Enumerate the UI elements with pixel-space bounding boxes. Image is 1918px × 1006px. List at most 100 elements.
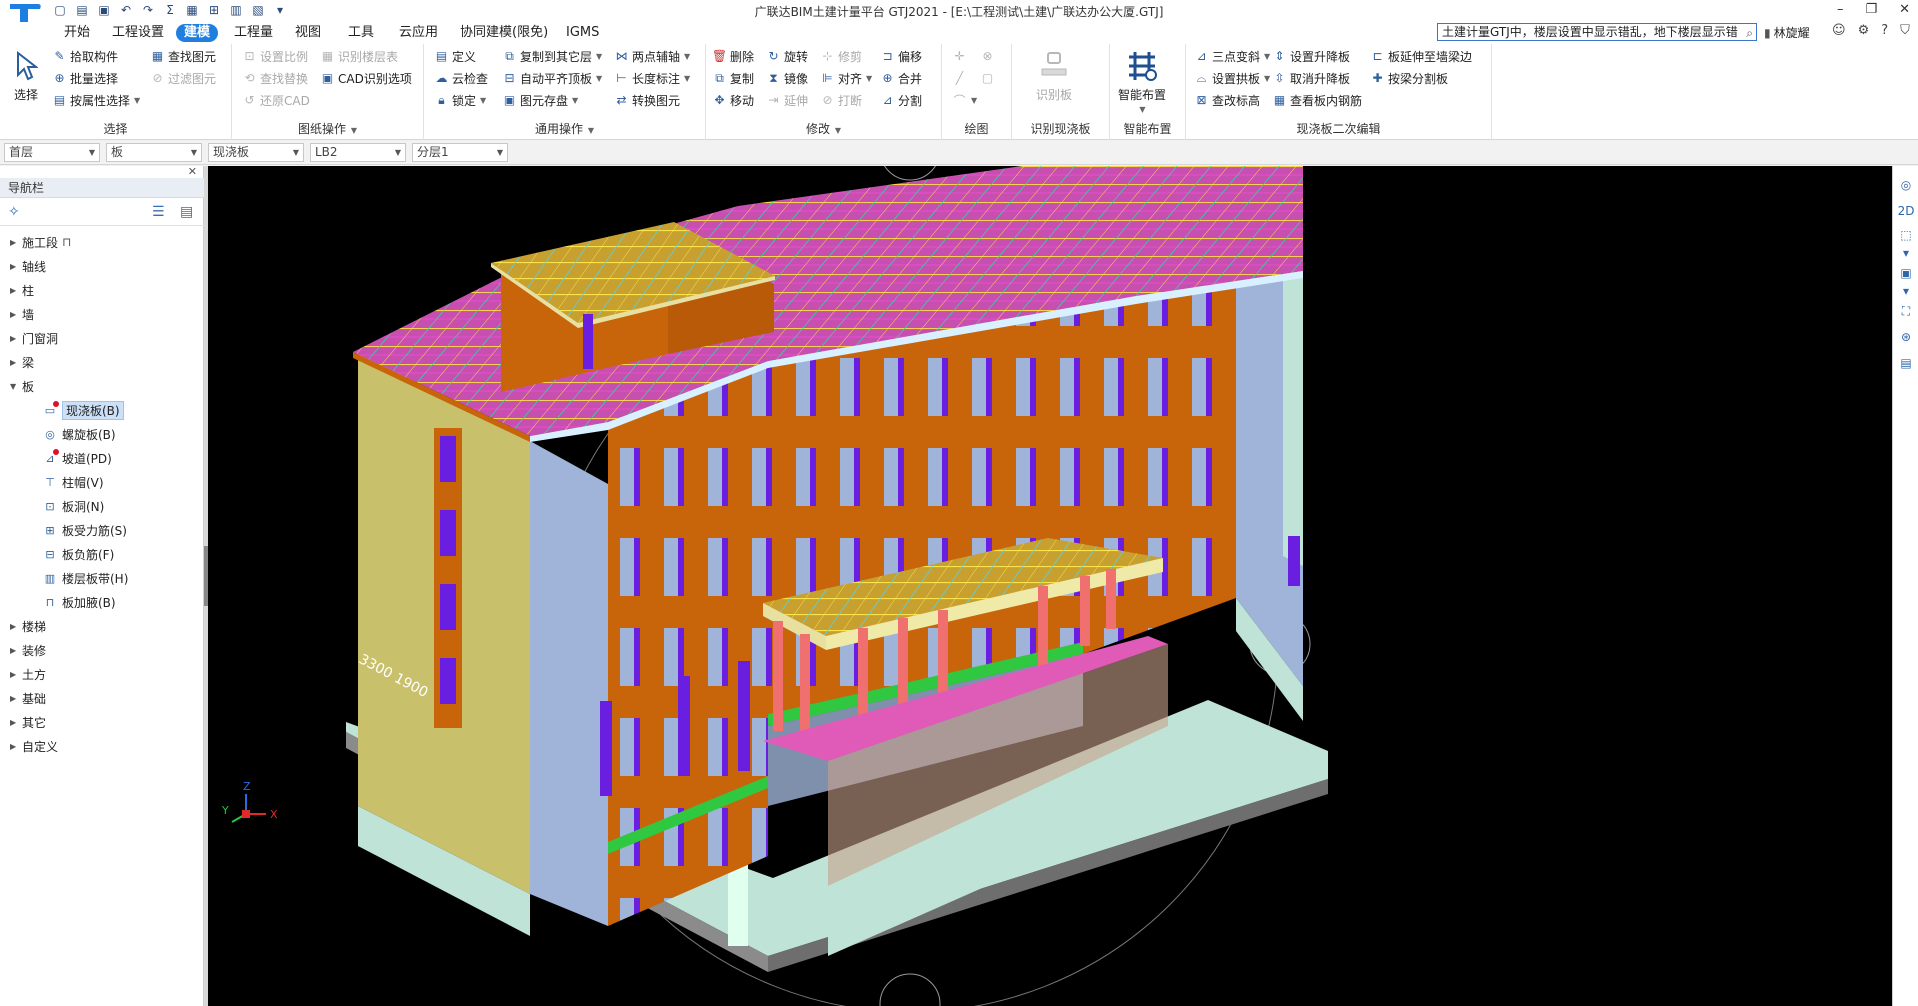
set-raise-lower-button[interactable]: ⇕ 设置升降板 [1272, 46, 1350, 66]
minimize-icon[interactable]: – [1837, 2, 1844, 17]
extend-to-beam-button[interactable]: ⊏ 板延伸至墙梁边 [1370, 46, 1472, 66]
tab-view[interactable]: 视图 [287, 24, 329, 42]
nav-item-slab-rebar[interactable]: ⊞ 板受力筋(S) [0, 518, 204, 542]
mirror-button[interactable]: ⧗ 镜像 [766, 68, 808, 88]
set-scale-button[interactable]: ⊡ 设置比例 [242, 46, 308, 66]
filter-element-button[interactable]: ⊘ 过滤图元 [150, 68, 216, 88]
rotate-button[interactable]: ↻ 旋转 [766, 46, 808, 66]
split-button[interactable]: ⊿ 分割 [880, 90, 922, 110]
move-button[interactable]: ✥ 移动 [712, 90, 754, 110]
break-button[interactable]: ⊘ 打断 [820, 90, 862, 110]
caret-right-icon[interactable]: ▶ [10, 310, 22, 319]
find-replace-button[interactable]: ⟲ 查找替换 [242, 68, 308, 88]
nav-node[interactable]: ▶ 梁 [0, 350, 204, 374]
batch-select-button[interactable]: ⊕ 批量选择 [52, 68, 118, 88]
length-dimension-button[interactable]: ⊢ 长度标注 ▼ [614, 68, 690, 88]
building-model[interactable]: 3300 1900 Z X Y [208, 166, 1892, 1006]
user-info[interactable]: ▮ 林旋耀 [1764, 24, 1810, 41]
two-point-axis-button[interactable]: ⋈ 两点辅轴 ▼ [614, 46, 691, 66]
tab-igms[interactable]: IGMS [558, 24, 607, 42]
settings-icon[interactable]: ⚙ [1858, 23, 1870, 38]
nav-node[interactable]: ▶ 基础 [0, 686, 204, 710]
cad-options-button[interactable]: ▣ CAD识别选项 [320, 68, 412, 88]
nav-node[interactable]: ▼ 板 [0, 374, 204, 398]
search-icon[interactable]: ⌕ [1746, 25, 1753, 40]
draw-rotate-point-button[interactable]: ⊗ [980, 46, 995, 66]
save-element-button[interactable]: ▣ 图元存盘 ▼ [502, 90, 578, 110]
smart-layout-button[interactable]: 智能布置 ▼ [1118, 48, 1166, 114]
lock-button[interactable]: 🔒︎ 锁定 ▼ [434, 90, 486, 110]
tab-start[interactable]: 开始 [56, 24, 98, 42]
shirt-icon[interactable]: ⛉ [1900, 23, 1910, 38]
tab-modeling[interactable]: 建模 [176, 24, 219, 42]
convert-element-button[interactable]: ⇄ 转换图元 [614, 90, 680, 110]
nav-node[interactable]: ▶ 门窗洞 [0, 326, 204, 350]
find-element-button[interactable]: ▦ 查找图元 [150, 46, 216, 66]
caret-right-icon[interactable]: ▶ [10, 334, 22, 343]
split-by-beam-button[interactable]: ✚ 按梁分割板 [1370, 68, 1448, 88]
caret-right-icon[interactable]: ▶ [10, 646, 22, 655]
orbit-icon[interactable]: ◎ [1896, 174, 1916, 196]
tab-project-settings[interactable]: 工程设置 [104, 24, 172, 42]
detail-view-icon[interactable]: ▤ [180, 204, 193, 220]
copy-to-other-floor-button[interactable]: ⧉ 复制到其它层 ▼ [502, 46, 602, 66]
smile-icon[interactable]: ☺ [1832, 23, 1846, 38]
3d-viewport[interactable]: 3300 1900 Z X Y [208, 166, 1892, 1006]
component-select[interactable]: LB2 ▼ [310, 143, 406, 162]
pick-component-button[interactable]: ✎ 拾取构件 [52, 46, 118, 66]
recognize-slab-button[interactable]: 识别板 [1036, 48, 1072, 103]
caret-right-icon[interactable]: ▶ [10, 670, 22, 679]
tab-tools[interactable]: 工具 [340, 24, 382, 42]
nav-item-column-cap[interactable]: ⊤ 柱帽(V) [0, 470, 204, 494]
recognize-floor-table-button[interactable]: ▦ 识别楼层表 [320, 46, 398, 66]
nav-node[interactable]: ▶ 其它 [0, 710, 204, 734]
help-icon[interactable]: ? [1881, 23, 1888, 38]
pin-icon[interactable]: ✧ [8, 204, 20, 220]
nav-node[interactable]: ▶ 自定义 [0, 734, 204, 758]
delete-button[interactable]: 🗑︎ 删除 [712, 46, 754, 66]
check-elevation-button[interactable]: ⊠ 查改标高 [1194, 90, 1260, 110]
offset-button[interactable]: ⊐ 偏移 [880, 46, 922, 66]
nav-item-slab-hole[interactable]: ⊡ 板洞(N) [0, 494, 204, 518]
auto-align-top-button[interactable]: ⊟ 自动平齐顶板 ▼ [502, 68, 602, 88]
nav-node[interactable]: ▶ 柱 [0, 278, 204, 302]
nav-item-floor-strip[interactable]: ▥ 楼层板带(H) [0, 566, 204, 590]
nav-node[interactable]: ▶ 楼梯 [0, 614, 204, 638]
nav-node[interactable]: ▶ 土方 [0, 662, 204, 686]
nav-node[interactable]: ▶ 施工段 ⊓ [0, 230, 204, 254]
2d-view-icon[interactable]: 2D [1896, 200, 1916, 222]
define-button[interactable]: ▤ 定义 [434, 46, 476, 66]
display-settings-icon[interactable]: ⊛ [1896, 326, 1916, 348]
property-panel-icon[interactable]: ▤ [1896, 352, 1916, 374]
restore-cad-button[interactable]: ↺ 还原CAD [242, 90, 309, 110]
close-icon[interactable]: ✕ [188, 165, 197, 178]
nav-item-cast-slab[interactable]: ▭ 现浇板(B) [0, 398, 204, 422]
tab-cloud[interactable]: 云应用 [391, 24, 446, 42]
draw-arc-button[interactable]: ⌒ ▼ [952, 90, 977, 110]
three-point-slope-button[interactable]: ⊿ 三点变斜 ▼ [1194, 46, 1270, 66]
list-view-icon[interactable]: ☰ [152, 204, 165, 220]
caret-right-icon[interactable]: ▶ [10, 358, 22, 367]
caret-right-icon[interactable]: ▶ [10, 286, 22, 295]
align-button[interactable]: ⊫ 对齐 ▼ [820, 68, 872, 88]
select-by-attr-button[interactable]: ▤ 按属性选择 ▼ [52, 90, 140, 110]
category-select[interactable]: 板 ▼ [106, 143, 202, 162]
chevron-down-icon[interactable]: ▾ [1896, 280, 1916, 302]
draw-rect-button[interactable]: ▢ [980, 68, 995, 88]
sublayer-select[interactable]: 分层1 ▼ [412, 143, 508, 162]
nav-item-slab-haunch[interactable]: ⊓ 板加腋(B) [0, 590, 204, 614]
type-select[interactable]: 现浇板 ▼ [208, 143, 304, 162]
search-input[interactable]: 土建计量GTJ中，楼层设置中显示错乱，地下楼层显示错 ⌕ [1437, 23, 1757, 41]
tab-quantity[interactable]: 工程量 [226, 24, 281, 42]
nav-item-ramp[interactable]: ⊿ 坡道(PD) [0, 446, 204, 470]
caret-right-icon[interactable]: ▶ [10, 742, 22, 751]
nav-node[interactable]: ▶ 装修 [0, 638, 204, 662]
trim-button[interactable]: ⊹ 修剪 [820, 46, 862, 66]
caret-right-icon[interactable]: ▶ [10, 694, 22, 703]
caret-right-icon[interactable]: ▶ [10, 238, 22, 247]
caret-right-icon[interactable]: ▶ [10, 718, 22, 727]
draw-point-button[interactable]: ✛ [952, 46, 967, 66]
copy-button[interactable]: ⧉ 复制 [712, 68, 754, 88]
restore-icon[interactable]: ❐ [1865, 2, 1877, 17]
chevron-down-icon[interactable]: ▾ [1896, 242, 1916, 264]
